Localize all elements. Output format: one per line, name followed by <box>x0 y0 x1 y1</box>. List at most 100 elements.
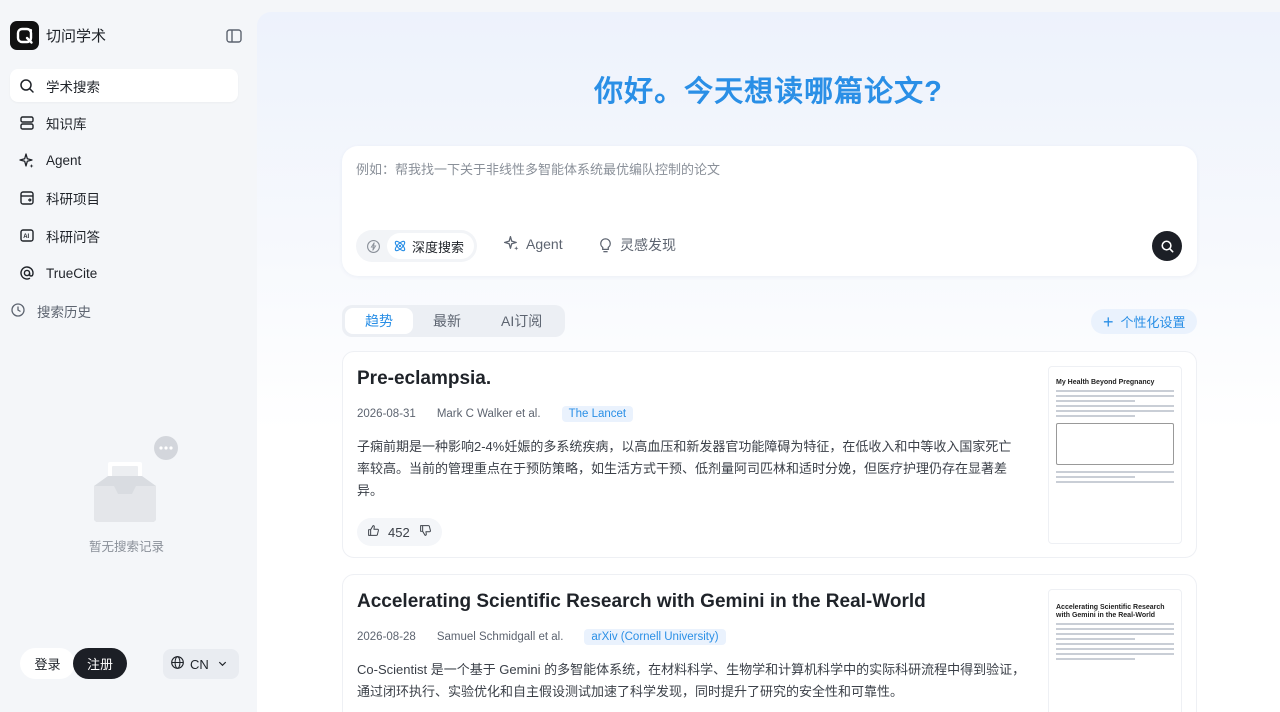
personalize-button[interactable]: + 个性化设置 <box>1091 309 1197 334</box>
agent-mode-label: Agent <box>526 235 563 252</box>
empty-history-label: 暂无搜索记录 <box>88 540 164 554</box>
thumbnail-line <box>1056 395 1174 397</box>
thumbnail-title: My Health Beyond Pregnancy <box>1056 379 1155 386</box>
thumbnail-line <box>1056 648 1174 650</box>
sidebar-toggle-icon[interactable] <box>225 27 243 45</box>
main-panel: 你好。今天想读哪篇论文? 深度搜索 Agent 灵感发现 趋势 最新 AI订阅 <box>257 12 1280 712</box>
thumbnail-line <box>1056 476 1136 478</box>
sidebar-item-agent[interactable]: Agent <box>10 144 238 177</box>
deep-search-mode[interactable]: 深度搜索 <box>387 233 475 259</box>
thumbnail-line <box>1056 633 1174 635</box>
plus-icon: + <box>1103 311 1114 332</box>
agent-mode[interactable]: Agent <box>503 235 563 252</box>
globe-icon <box>170 655 185 673</box>
sidebar-item-truecite[interactable]: TrueCite <box>10 257 238 290</box>
search-history-label: 搜索历史 <box>37 305 91 320</box>
brand[interactable]: 切问学术 <box>10 21 106 50</box>
language-selector[interactable]: CN <box>163 649 239 679</box>
paper-authors: Samuel Schmidgall et al. <box>436 631 564 643</box>
search-icon <box>1160 239 1173 252</box>
signup-button[interactable]: 注册 <box>73 648 127 679</box>
at-icon <box>18 264 36 282</box>
paper-thumbnail[interactable]: My Health Beyond Pregnancy <box>1048 366 1182 544</box>
atom-icon <box>394 240 406 252</box>
thumbnail-line <box>1056 471 1174 473</box>
thumbnail-line <box>1056 390 1174 392</box>
paper-authors: Mark C Walker et al. <box>436 408 541 420</box>
language-code: CN <box>190 656 209 672</box>
inspiration-mode-label: 灵感发现 <box>620 237 676 253</box>
hero-title: 你好。今天想读哪篇论文? <box>594 76 943 108</box>
sparkle-icon <box>503 235 519 251</box>
login-button[interactable]: 登录 <box>20 648 75 679</box>
thumbnail-title: Accelerating Scientific Research with Ge… <box>1056 604 1165 619</box>
chevron-down-icon <box>217 657 228 672</box>
paper-title[interactable]: Accelerating Scientific Research with Ge… <box>357 591 926 613</box>
sidebar: 切问学术 学术搜索 知识库 Agent 科研项目 AI 科研问答 TrueCit… <box>0 0 256 712</box>
clock-icon <box>10 302 28 320</box>
sidebar-item-label: Agent <box>46 153 82 168</box>
thumbnail-line <box>1056 658 1136 660</box>
thumbnail-line <box>1056 653 1174 655</box>
search-input[interactable] <box>356 162 1176 177</box>
sidebar-item-label: TrueCite <box>46 265 98 281</box>
svg-text:AI: AI <box>23 234 29 240</box>
search-box: 深度搜索 Agent 灵感发现 <box>342 146 1197 276</box>
paper-meta: 2026-08-28 Samuel Schmidgall et al. arXi… <box>357 629 726 645</box>
sidebar-item-label: 知识库 <box>46 117 87 132</box>
sidebar-item-label: 科研项目 <box>46 192 100 207</box>
lightbulb-icon <box>600 237 611 252</box>
feed-tabs: 趋势 最新 AI订阅 <box>342 305 566 337</box>
inspiration-mode[interactable]: 灵感发现 <box>597 235 676 255</box>
thumbnail-line <box>1056 638 1136 640</box>
paper-date: 2026-08-31 <box>357 408 416 420</box>
paper-venue[interactable]: arXiv (Cornell University) <box>584 629 726 645</box>
thumbs-up-icon[interactable] <box>367 524 380 540</box>
paper-abstract: 子痫前期是一种影响2-4%妊娠的多系统疾病，以高血压和新发器官功能障碍为特征，在… <box>357 439 1012 498</box>
database-icon <box>18 114 36 132</box>
thumbnail-line <box>1056 400 1136 402</box>
thumbs-down-icon[interactable] <box>419 524 432 540</box>
paper-card[interactable]: Accelerating Scientific Research with Ge… <box>342 574 1197 712</box>
paper-venue[interactable]: The Lancet <box>561 406 634 422</box>
search-submit-button[interactable] <box>1152 231 1182 261</box>
quick-search-toggle[interactable] <box>359 233 387 259</box>
ai-chat-icon: AI <box>18 227 36 245</box>
paper-meta: 2026-08-31 Mark C Walker et al. The Lanc… <box>357 406 634 422</box>
sidebar-item-research-projects[interactable]: 科研项目 <box>10 182 238 215</box>
sparkle-icon <box>18 152 36 170</box>
paper-title[interactable]: Pre-eclampsia. <box>357 368 491 390</box>
deep-search-label: 深度搜索 <box>412 239 465 255</box>
paper-thumbnail[interactable]: Accelerating Scientific Research with Ge… <box>1048 589 1182 712</box>
app-logo-icon <box>10 21 39 50</box>
paper-date: 2026-08-28 <box>357 631 416 643</box>
sidebar-item-label: 学术搜索 <box>46 79 100 95</box>
empty-history: 暂无搜索记录 <box>84 436 184 554</box>
app-name: 切问学术 <box>46 28 107 45</box>
personalize-label: 个性化设置 <box>1120 315 1186 330</box>
tab-ai-subscription[interactable]: AI订阅 <box>481 308 562 334</box>
thumbnail-line <box>1056 410 1174 412</box>
sidebar-item-research-qa[interactable]: AI 科研问答 <box>10 219 238 252</box>
sidebar-item-academic-search[interactable]: 学术搜索 <box>10 69 238 102</box>
tab-latest[interactable]: 最新 <box>413 308 481 334</box>
search-icon <box>18 77 36 95</box>
thumbnail-line <box>1056 623 1174 625</box>
thumbnail-line <box>1056 481 1174 483</box>
paper-card[interactable]: Pre-eclampsia. 2026-08-31 Mark C Walker … <box>342 351 1197 558</box>
paper-abstract: Co-Scientist 是一个基于 Gemini 的多智能体系统，在材料科学、… <box>357 662 1026 699</box>
thumbnail-line <box>1056 405 1174 407</box>
thumbnail-table <box>1056 423 1174 465</box>
lightning-icon <box>366 239 380 253</box>
thumbnail-line <box>1056 628 1174 630</box>
thumbnail-line <box>1056 415 1136 417</box>
sidebar-item-label: 科研问答 <box>46 229 100 245</box>
like-count: 452 <box>388 524 410 540</box>
tab-trending[interactable]: 趋势 <box>345 308 413 334</box>
empty-inbox-icon <box>94 436 178 522</box>
thumbnail-line <box>1056 643 1174 645</box>
sidebar-item-knowledge-base[interactable]: 知识库 <box>10 107 238 140</box>
search-mode-group: 深度搜索 <box>356 230 478 262</box>
sidebar-nav: 学术搜索 知识库 Agent 科研项目 AI 科研问答 TrueCite <box>10 69 238 294</box>
search-history-header[interactable]: 搜索历史 <box>10 301 91 321</box>
